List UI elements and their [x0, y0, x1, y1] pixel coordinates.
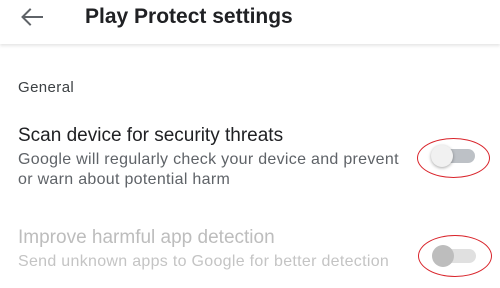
app-bar: Play Protect settings: [0, 0, 500, 44]
improve-detection-toggle[interactable]: [430, 241, 482, 271]
setting-title: Improve harmful app detection: [18, 227, 275, 248]
setting-improve-detection[interactable]: Improve harmful app detection Send unkno…: [18, 226, 500, 288]
setting-description: Google will regularly check your device …: [18, 151, 399, 188]
play-protect-settings-screen: Play Protect settings General Scan devic…: [0, 0, 500, 288]
setting-description: Send unknown apps to Google for better d…: [18, 253, 390, 270]
toggle-thumb: [432, 245, 454, 267]
back-button[interactable]: [14, 4, 50, 34]
page-title: Play Protect settings: [85, 5, 293, 28]
arrow-back-icon: [21, 7, 43, 31]
setting-scan-device[interactable]: Scan device for security threats Google …: [18, 124, 500, 196]
setting-title: Scan device for security threats: [18, 125, 284, 146]
scan-device-toggle[interactable]: [429, 141, 481, 171]
section-header-general: General: [18, 79, 75, 96]
toggle-thumb: [431, 145, 453, 167]
